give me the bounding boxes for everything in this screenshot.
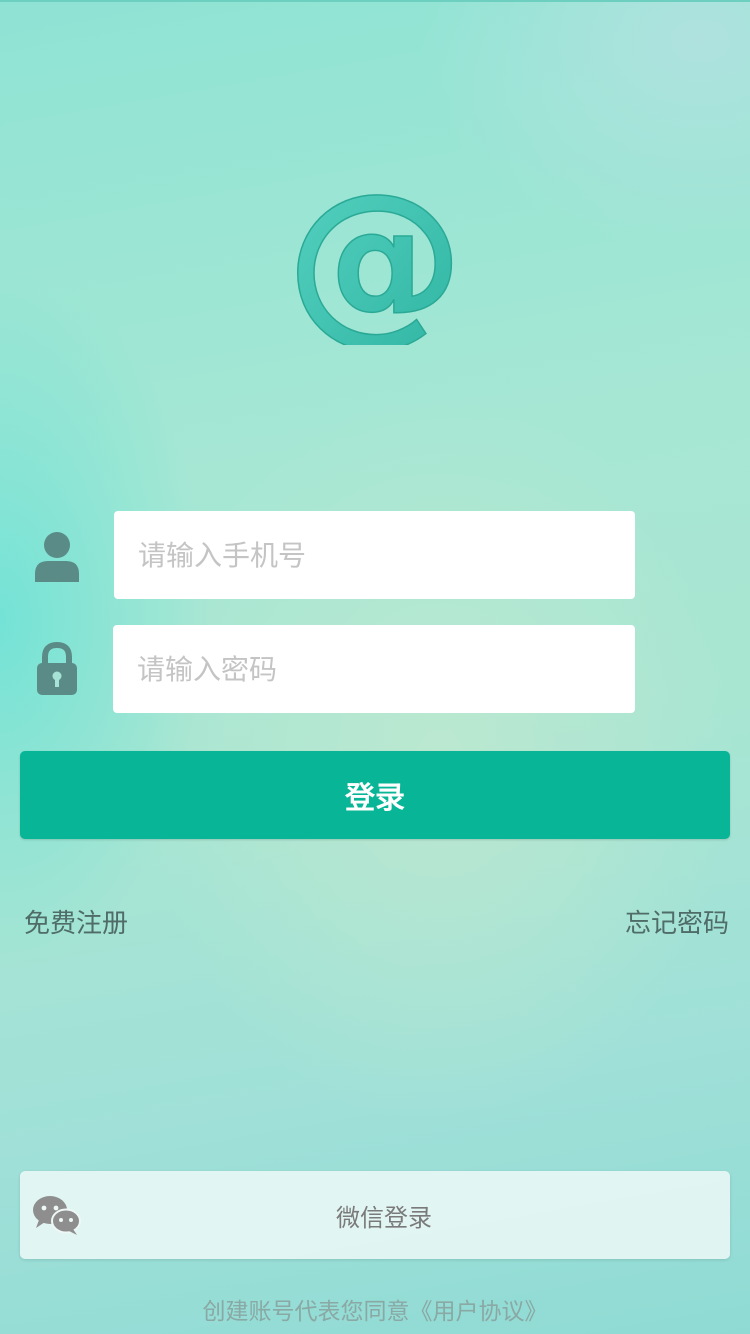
at-sign-icon: @ [285, 154, 465, 363]
phone-field-container [114, 511, 635, 599]
wechat-login-button[interactable]: 微信登录 [20, 1171, 730, 1259]
lock-icon [30, 638, 84, 700]
user-icon [30, 526, 84, 586]
forgot-password-link[interactable]: 忘记密码 [625, 903, 729, 940]
svg-text:@: @ [295, 185, 455, 345]
password-input[interactable] [113, 625, 635, 713]
user-agreement-text[interactable]: 创建账号代表您同意《用户协议》 [0, 1292, 750, 1326]
password-field-container [113, 625, 635, 713]
top-border [0, 0, 750, 2]
wechat-login-label: 微信登录 [336, 1203, 432, 1232]
login-button[interactable]: 登录 [20, 751, 730, 839]
phone-input[interactable] [114, 511, 635, 599]
register-link[interactable]: 免费注册 [24, 903, 128, 940]
